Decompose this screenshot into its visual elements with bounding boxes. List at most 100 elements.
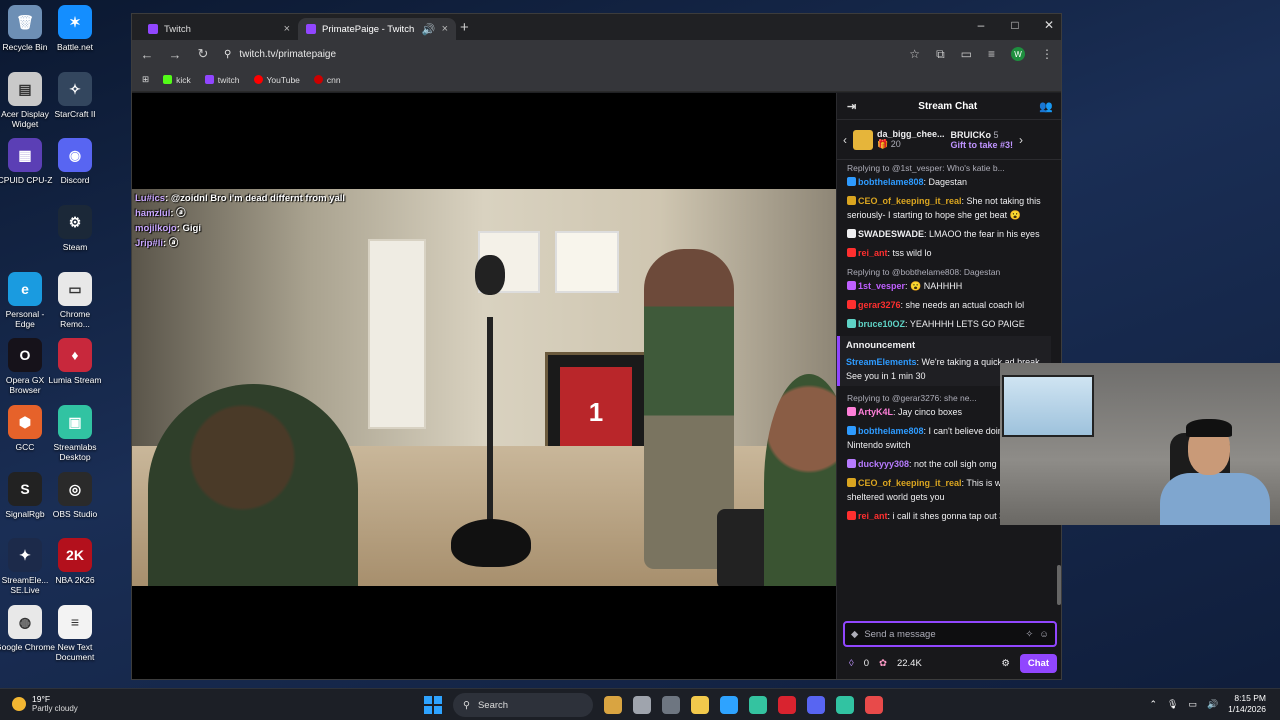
overlay-chat-user: Lu#ics (135, 193, 166, 204)
desktop-icon-nba-2k26[interactable]: 2K NBA 2K26 (45, 538, 105, 585)
apps-grid-icon[interactable]: ⊞ (142, 74, 149, 85)
video-player[interactable]: 1 Lu#ics: @zoidnl Bro i'm dead differnt … (132, 93, 836, 679)
chat-badge-icon (847, 478, 856, 487)
scroll-thumb[interactable] (1057, 565, 1061, 605)
taskbar-app-icon[interactable] (836, 696, 854, 714)
taskbar-app-icon[interactable] (778, 696, 796, 714)
reply-context[interactable]: Replying to @bobthelame808: Dagestan (847, 265, 1051, 279)
chat-username[interactable]: CEO_of_keeping_it_real (858, 196, 962, 206)
chat-username[interactable]: CEO_of_keeping_it_real (858, 478, 962, 488)
chat-username[interactable]: SWADESWADE (858, 229, 924, 239)
chat-username[interactable]: bobthelame808 (858, 426, 924, 436)
reply-context[interactable]: Replying to @1st_vesper: Who's katie b..… (847, 161, 1051, 175)
chevron-right-icon[interactable]: › (1019, 133, 1023, 147)
stream-video[interactable]: 1 Lu#ics: @zoidnl Bro i'm dead differnt … (132, 189, 836, 586)
taskbar-search[interactable]: ⚲ Search (453, 693, 593, 717)
chat-message[interactable]: bruce10OZ: YEAHHHH LETS GO PAIGE (847, 317, 1051, 331)
gift-leaderboard: ‹ da_bigg_chee... 🎁 20 BRUICKo 5 Gift to… (837, 120, 1061, 160)
chat-username[interactable]: bobthelame808 (858, 177, 924, 187)
forward-icon[interactable]: → (168, 47, 182, 62)
taskbar-app-icon[interactable] (865, 696, 883, 714)
maximize-icon[interactable]: □ (1009, 18, 1021, 32)
chat-username[interactable]: gerar3276 (858, 300, 901, 310)
chat-badge-icon (847, 229, 856, 238)
chat-message[interactable]: SWADESWADE: LMAOO the fear in his eyes (847, 227, 1051, 241)
taskbar-app-icon[interactable] (749, 696, 767, 714)
desktop-icon-steam[interactable]: ⚙ Steam (45, 205, 105, 252)
taskbar-app-icon[interactable] (807, 696, 825, 714)
emote-icon[interactable]: ☺ (1039, 629, 1049, 640)
reload-icon[interactable]: ↻ (196, 46, 210, 62)
taskbar-app-icon[interactable] (720, 696, 738, 714)
close-window-icon[interactable]: ✕ (1043, 18, 1055, 32)
desktop-icon-chrome-remo-[interactable]: ▭ Chrome Remo... (45, 272, 105, 329)
media-control-icon[interactable]: ≡ (988, 47, 995, 61)
chevron-left-icon[interactable]: ‹ (843, 133, 847, 147)
channel-points[interactable]: 22.4K (897, 658, 922, 669)
display-icon[interactable]: ▭ (1188, 699, 1197, 710)
bookmark-cnn[interactable]: cnn (313, 75, 341, 85)
weather-widget[interactable]: 19°F Partly cloudy (12, 694, 78, 714)
site-info-icon[interactable]: ⚲ (224, 49, 231, 60)
settings-gear-icon[interactable]: ⚙ (1001, 658, 1010, 669)
bookmark-kick[interactable]: kick (163, 75, 191, 85)
profile-avatar[interactable]: W (1011, 47, 1025, 61)
chat-username[interactable]: 1st_vesper (858, 281, 905, 291)
chat-message[interactable]: Replying to @1st_vesper: Who's katie b..… (847, 161, 1051, 189)
clock[interactable]: 8:15 PM 1/14/2026 (1228, 693, 1266, 715)
toolbar-actions: ☆ ⧉ ▭ ≡ W ⋮ (909, 47, 1053, 62)
bits-icon[interactable]: ◆ (851, 629, 858, 640)
chat-badge-icon (847, 300, 856, 309)
chat-send-button[interactable]: Chat (1019, 653, 1057, 673)
chevron-up-icon[interactable]: ⌃ (1149, 699, 1157, 710)
desktop-icon-streamlabs-desktop[interactable]: ▣ Streamlabs Desktop (45, 405, 105, 462)
close-tab-icon[interactable]: × (442, 23, 448, 35)
desktop-icon-lumia-stream[interactable]: ♦ Lumia Stream (45, 338, 105, 385)
desktop-icon-discord[interactable]: ◉ Discord (45, 138, 105, 185)
chat-username[interactable]: ArtyK4L (858, 407, 893, 417)
volume-icon[interactable]: 🔊 (1207, 699, 1218, 710)
overlay-chat-user: hamzlul (135, 208, 171, 219)
collapse-chat-icon[interactable]: ⇥ (847, 100, 856, 113)
chat-message[interactable]: gerar3276: she needs an actual coach lol (847, 298, 1051, 312)
back-icon[interactable]: ← (140, 47, 154, 62)
chat-username[interactable]: rei_ant (858, 511, 888, 521)
extensions-icon[interactable]: ⧉ (936, 47, 945, 62)
cast-icon[interactable]: ▭ (961, 47, 972, 61)
taskbar-app-icon[interactable] (691, 696, 709, 714)
taskbar-app-icon[interactable] (662, 696, 680, 714)
gifter-2[interactable]: BRUICKo 5 Gift to take #3! (951, 130, 1014, 150)
desktop-icon-battle-net[interactable]: ✶ Battle.net (45, 5, 105, 52)
webcam-preview[interactable] (1000, 363, 1280, 525)
desktop-icon-obs-studio[interactable]: ◎ OBS Studio (45, 472, 105, 519)
tab-primatepaige[interactable]: PrimatePaige - Twitch 🔊 × (298, 18, 456, 40)
bookmark-star-icon[interactable]: ☆ (909, 47, 920, 61)
chat-message[interactable]: Replying to @bobthelame808: Dagestan 1st_… (847, 265, 1051, 293)
taskbar-app-icon[interactable] (633, 696, 651, 714)
tab-twitch[interactable]: Twitch × (140, 18, 298, 40)
power-ups-icon[interactable]: ✧ (1025, 629, 1033, 640)
minimize-icon[interactable]: – (975, 18, 987, 32)
chat-username[interactable]: rei_ant (858, 248, 888, 258)
audio-icon[interactable]: 🔊 (422, 23, 436, 36)
chat-username[interactable]: duckyyy308 (858, 459, 909, 469)
gifter-1[interactable]: da_bigg_chee... 🎁 20 (853, 129, 945, 150)
menu-icon[interactable]: ⋮ (1041, 47, 1053, 61)
close-tab-icon[interactable]: × (284, 23, 290, 35)
bits-balance[interactable]: 0 (864, 658, 869, 669)
chat-username[interactable]: StreamElements (846, 357, 917, 367)
microphone-icon[interactable]: 🎙 (1167, 699, 1178, 710)
desktop-icon-new-text-document[interactable]: ≡ New Text Document (45, 605, 105, 662)
users-icon[interactable]: 👥 (1039, 100, 1053, 113)
desktop-icon-starcraft-ii[interactable]: ✧ StarCraft II (45, 72, 105, 119)
new-tab-button[interactable]: + (460, 19, 469, 36)
start-button-icon[interactable] (424, 696, 442, 714)
bookmark-youtube[interactable]: YouTube (253, 75, 300, 85)
bookmark-twitch[interactable]: twitch (204, 75, 240, 85)
chat-message[interactable]: rei_ant: tss wild lo (847, 246, 1051, 260)
chat-message[interactable]: CEO_of_keeping_it_real: She not taking t… (847, 194, 1051, 222)
address-bar[interactable]: ⚲ twitch.tv/primatepaige (224, 43, 895, 65)
chat-username[interactable]: bruce10OZ (858, 319, 905, 329)
chat-input[interactable]: ◆ Send a message ✧ ☺ (843, 621, 1057, 647)
taskbar-app-icon[interactable] (604, 696, 622, 714)
